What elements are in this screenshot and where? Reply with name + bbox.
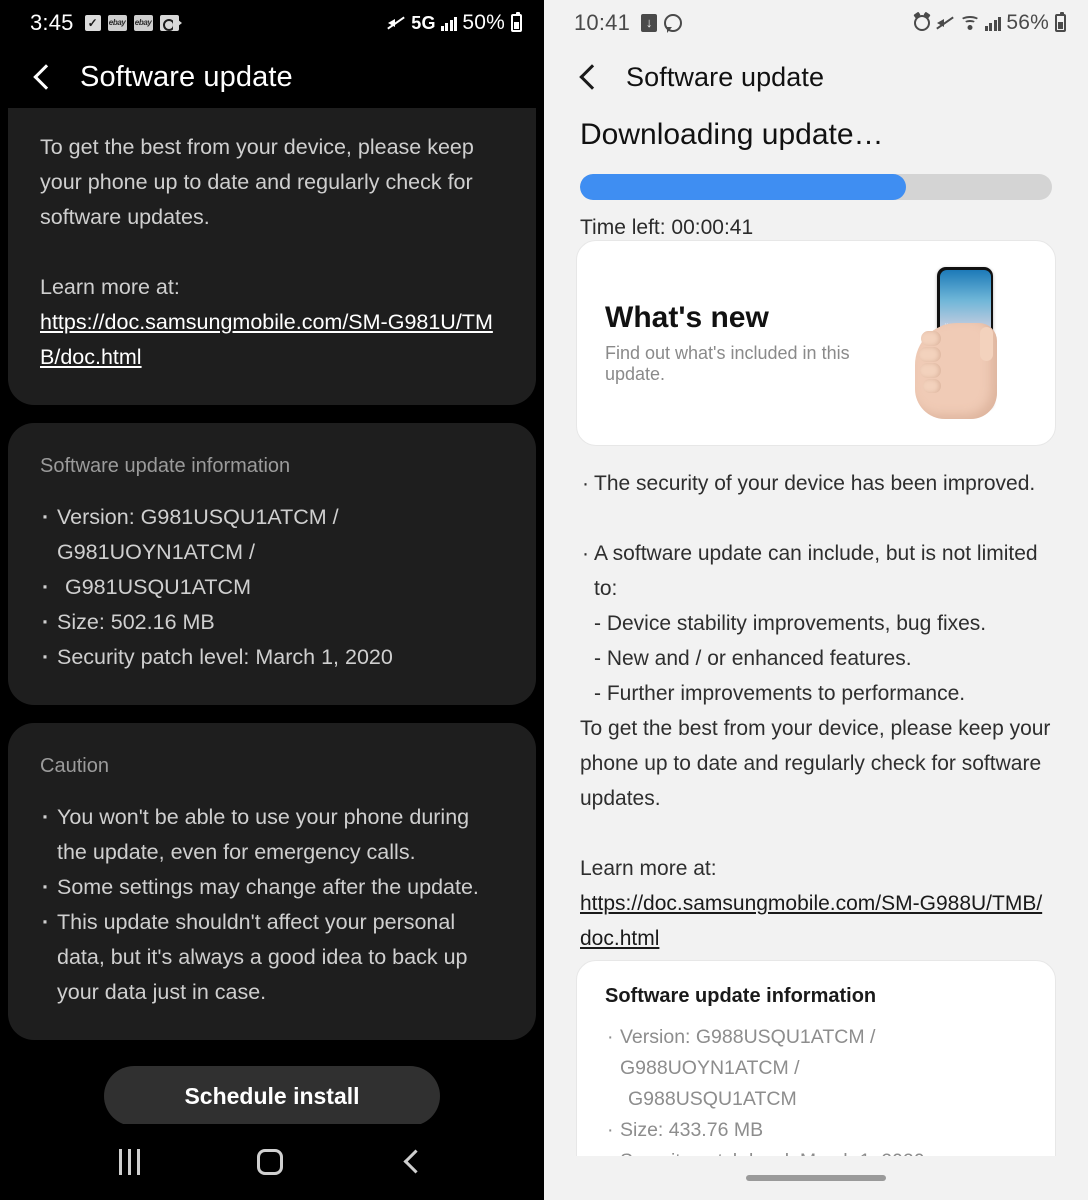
content-scroll-area-left[interactable]: To get the best from your device, please… bbox=[0, 108, 544, 1124]
screenshot-icon bbox=[641, 14, 658, 32]
ebay-icon: ebay bbox=[107, 15, 127, 31]
release-note-subline: - Device stability improvements, bug fix… bbox=[594, 612, 987, 635]
battery-percent-label: 50% bbox=[462, 11, 505, 34]
battery-icon bbox=[1055, 12, 1066, 32]
release-note-subline: - Further improvements to performance. bbox=[594, 682, 966, 705]
status-bar-left-group: 10:41 bbox=[574, 10, 683, 36]
list-item: Some settings may change after the updat… bbox=[40, 870, 504, 905]
alarm-icon bbox=[913, 15, 930, 31]
mute-slash-icon bbox=[386, 14, 406, 32]
signal-bars-icon bbox=[984, 16, 1002, 31]
doc-link[interactable]: https://doc.samsungmobile.com/SM-G981U/T… bbox=[40, 310, 493, 369]
list-item: You won't be able to use your phone duri… bbox=[40, 800, 504, 870]
right-phone-screen: 10:41 56% Software update Downloading up… bbox=[544, 0, 1088, 1200]
release-note-line: The security of your device has been imp… bbox=[580, 466, 1052, 501]
intro-card: To get the best from your device, please… bbox=[8, 108, 536, 405]
whatsapp-icon bbox=[664, 14, 683, 33]
app-bar-right: Software update bbox=[544, 46, 1088, 108]
software-update-information-card: Software update information Version: G98… bbox=[8, 423, 536, 705]
list-item: Version: G988USQU1ATCM / G988UOYN1ATCM / bbox=[605, 1022, 1027, 1084]
release-notes-spacer bbox=[580, 501, 1052, 536]
info-card-list: Version: G988USQU1ATCM / G988UOYN1ATCM /… bbox=[605, 1022, 1027, 1156]
page-title: Software update bbox=[80, 60, 293, 93]
time-left-label: Time left: 00:00:41 bbox=[580, 216, 754, 239]
download-progress-bar bbox=[580, 174, 1052, 200]
whats-new-subtitle: Find out what's included in this update. bbox=[605, 343, 850, 384]
status-bar-left: 3:45 ✓ ebay ebay 5G 50% bbox=[0, 0, 544, 46]
list-item-continuation: G981USQU1ATCM bbox=[40, 570, 504, 605]
status-bar-clock: 3:45 bbox=[30, 10, 74, 35]
status-bar-right-group: 56% bbox=[913, 11, 1066, 35]
list-item-continuation: G988USQU1ATCM bbox=[628, 1088, 797, 1110]
home-icon[interactable] bbox=[256, 1149, 283, 1175]
signal-bars-icon bbox=[440, 16, 458, 31]
network-type-label: 5G bbox=[411, 12, 436, 33]
status-bar-right: 10:41 56% bbox=[544, 0, 1088, 46]
link-spacer bbox=[580, 816, 1052, 851]
list-item: Security patch level: March 1, 2020 bbox=[40, 640, 504, 675]
caution-card: Caution You won't be able to use your ph… bbox=[8, 723, 536, 1040]
gesture-bar[interactable] bbox=[746, 1175, 886, 1181]
status-bar-clock: 10:41 bbox=[574, 10, 631, 35]
page-title: Software update bbox=[626, 61, 825, 92]
hand-illustration bbox=[915, 323, 997, 419]
wifi-icon bbox=[959, 15, 980, 31]
release-note-line: A software update can include, but is no… bbox=[580, 536, 1052, 606]
left-phone-screen: 3:45 ✓ ebay ebay 5G 50% Software update … bbox=[0, 0, 544, 1200]
outlook-icon bbox=[159, 15, 182, 31]
info-card-title: Software update information bbox=[605, 985, 877, 1007]
gesture-bar-wrap bbox=[544, 1156, 1088, 1200]
status-bar-left-group: 3:45 ✓ ebay ebay bbox=[30, 10, 182, 36]
battery-percent-label: 56% bbox=[1006, 11, 1049, 34]
learn-more-label: Learn more at: bbox=[40, 275, 180, 299]
schedule-install-button[interactable]: Schedule install bbox=[104, 1066, 440, 1124]
release-note-subline: - New and / or enhanced features. bbox=[594, 647, 912, 670]
learn-more-label: Learn more at: bbox=[580, 857, 717, 880]
recents-icon[interactable] bbox=[118, 1149, 140, 1175]
caution-card-title: Caution bbox=[40, 755, 109, 777]
download-progress-fill bbox=[580, 174, 906, 200]
check-box-icon: ✓ bbox=[84, 15, 101, 31]
list-item: This update shouldn't affect your person… bbox=[40, 905, 504, 1010]
navigation-bar bbox=[0, 1124, 544, 1200]
back-chevron-icon[interactable] bbox=[574, 62, 604, 92]
release-notes: The security of your device has been imp… bbox=[576, 460, 1056, 960]
info-card-list: Version: G981USQU1ATCM / G981UOYN1ATCM /… bbox=[40, 500, 504, 675]
caution-card-list: You won't be able to use your phone duri… bbox=[40, 800, 504, 1010]
back-icon[interactable] bbox=[400, 1149, 426, 1175]
status-bar-right-group: 5G 50% bbox=[386, 11, 522, 35]
release-note-paragraph: To get the best from your device, please… bbox=[580, 717, 1051, 810]
hand-holding-phone-image: 11:27Sat bbox=[907, 267, 1027, 419]
list-item: Size: 502.16 MB bbox=[40, 605, 504, 640]
ebay-icon: ebay bbox=[133, 15, 153, 31]
downloading-title: Downloading update… bbox=[580, 118, 884, 151]
doc-link[interactable]: https://doc.samsungmobile.com/SM-G988U/T… bbox=[580, 892, 1042, 950]
vibrate-mute-icon bbox=[935, 14, 955, 32]
back-chevron-icon[interactable] bbox=[28, 62, 58, 92]
list-item: Security patch level: March 1, 2020 bbox=[605, 1146, 1027, 1156]
list-item: Version: G981USQU1ATCM / G981UOYN1ATCM / bbox=[40, 500, 504, 570]
app-bar-left: Software update bbox=[0, 46, 544, 108]
software-update-information-card: Software update information Version: G98… bbox=[576, 960, 1056, 1156]
list-item: Size: 433.76 MB bbox=[605, 1115, 1027, 1146]
info-card-title: Software update information bbox=[40, 455, 291, 477]
whats-new-card[interactable]: What's new Find out what's included in t… bbox=[576, 240, 1056, 446]
intro-paragraph: To get the best from your device, please… bbox=[40, 135, 474, 229]
battery-icon bbox=[511, 12, 522, 32]
download-status-section: Downloading update… Time left: 00:00:41 bbox=[544, 108, 1088, 240]
content-scroll-area-right[interactable]: What's new Find out what's included in t… bbox=[544, 240, 1088, 1156]
whats-new-title: What's new bbox=[605, 301, 769, 334]
action-button-stack: Schedule install Install now bbox=[0, 1058, 544, 1124]
